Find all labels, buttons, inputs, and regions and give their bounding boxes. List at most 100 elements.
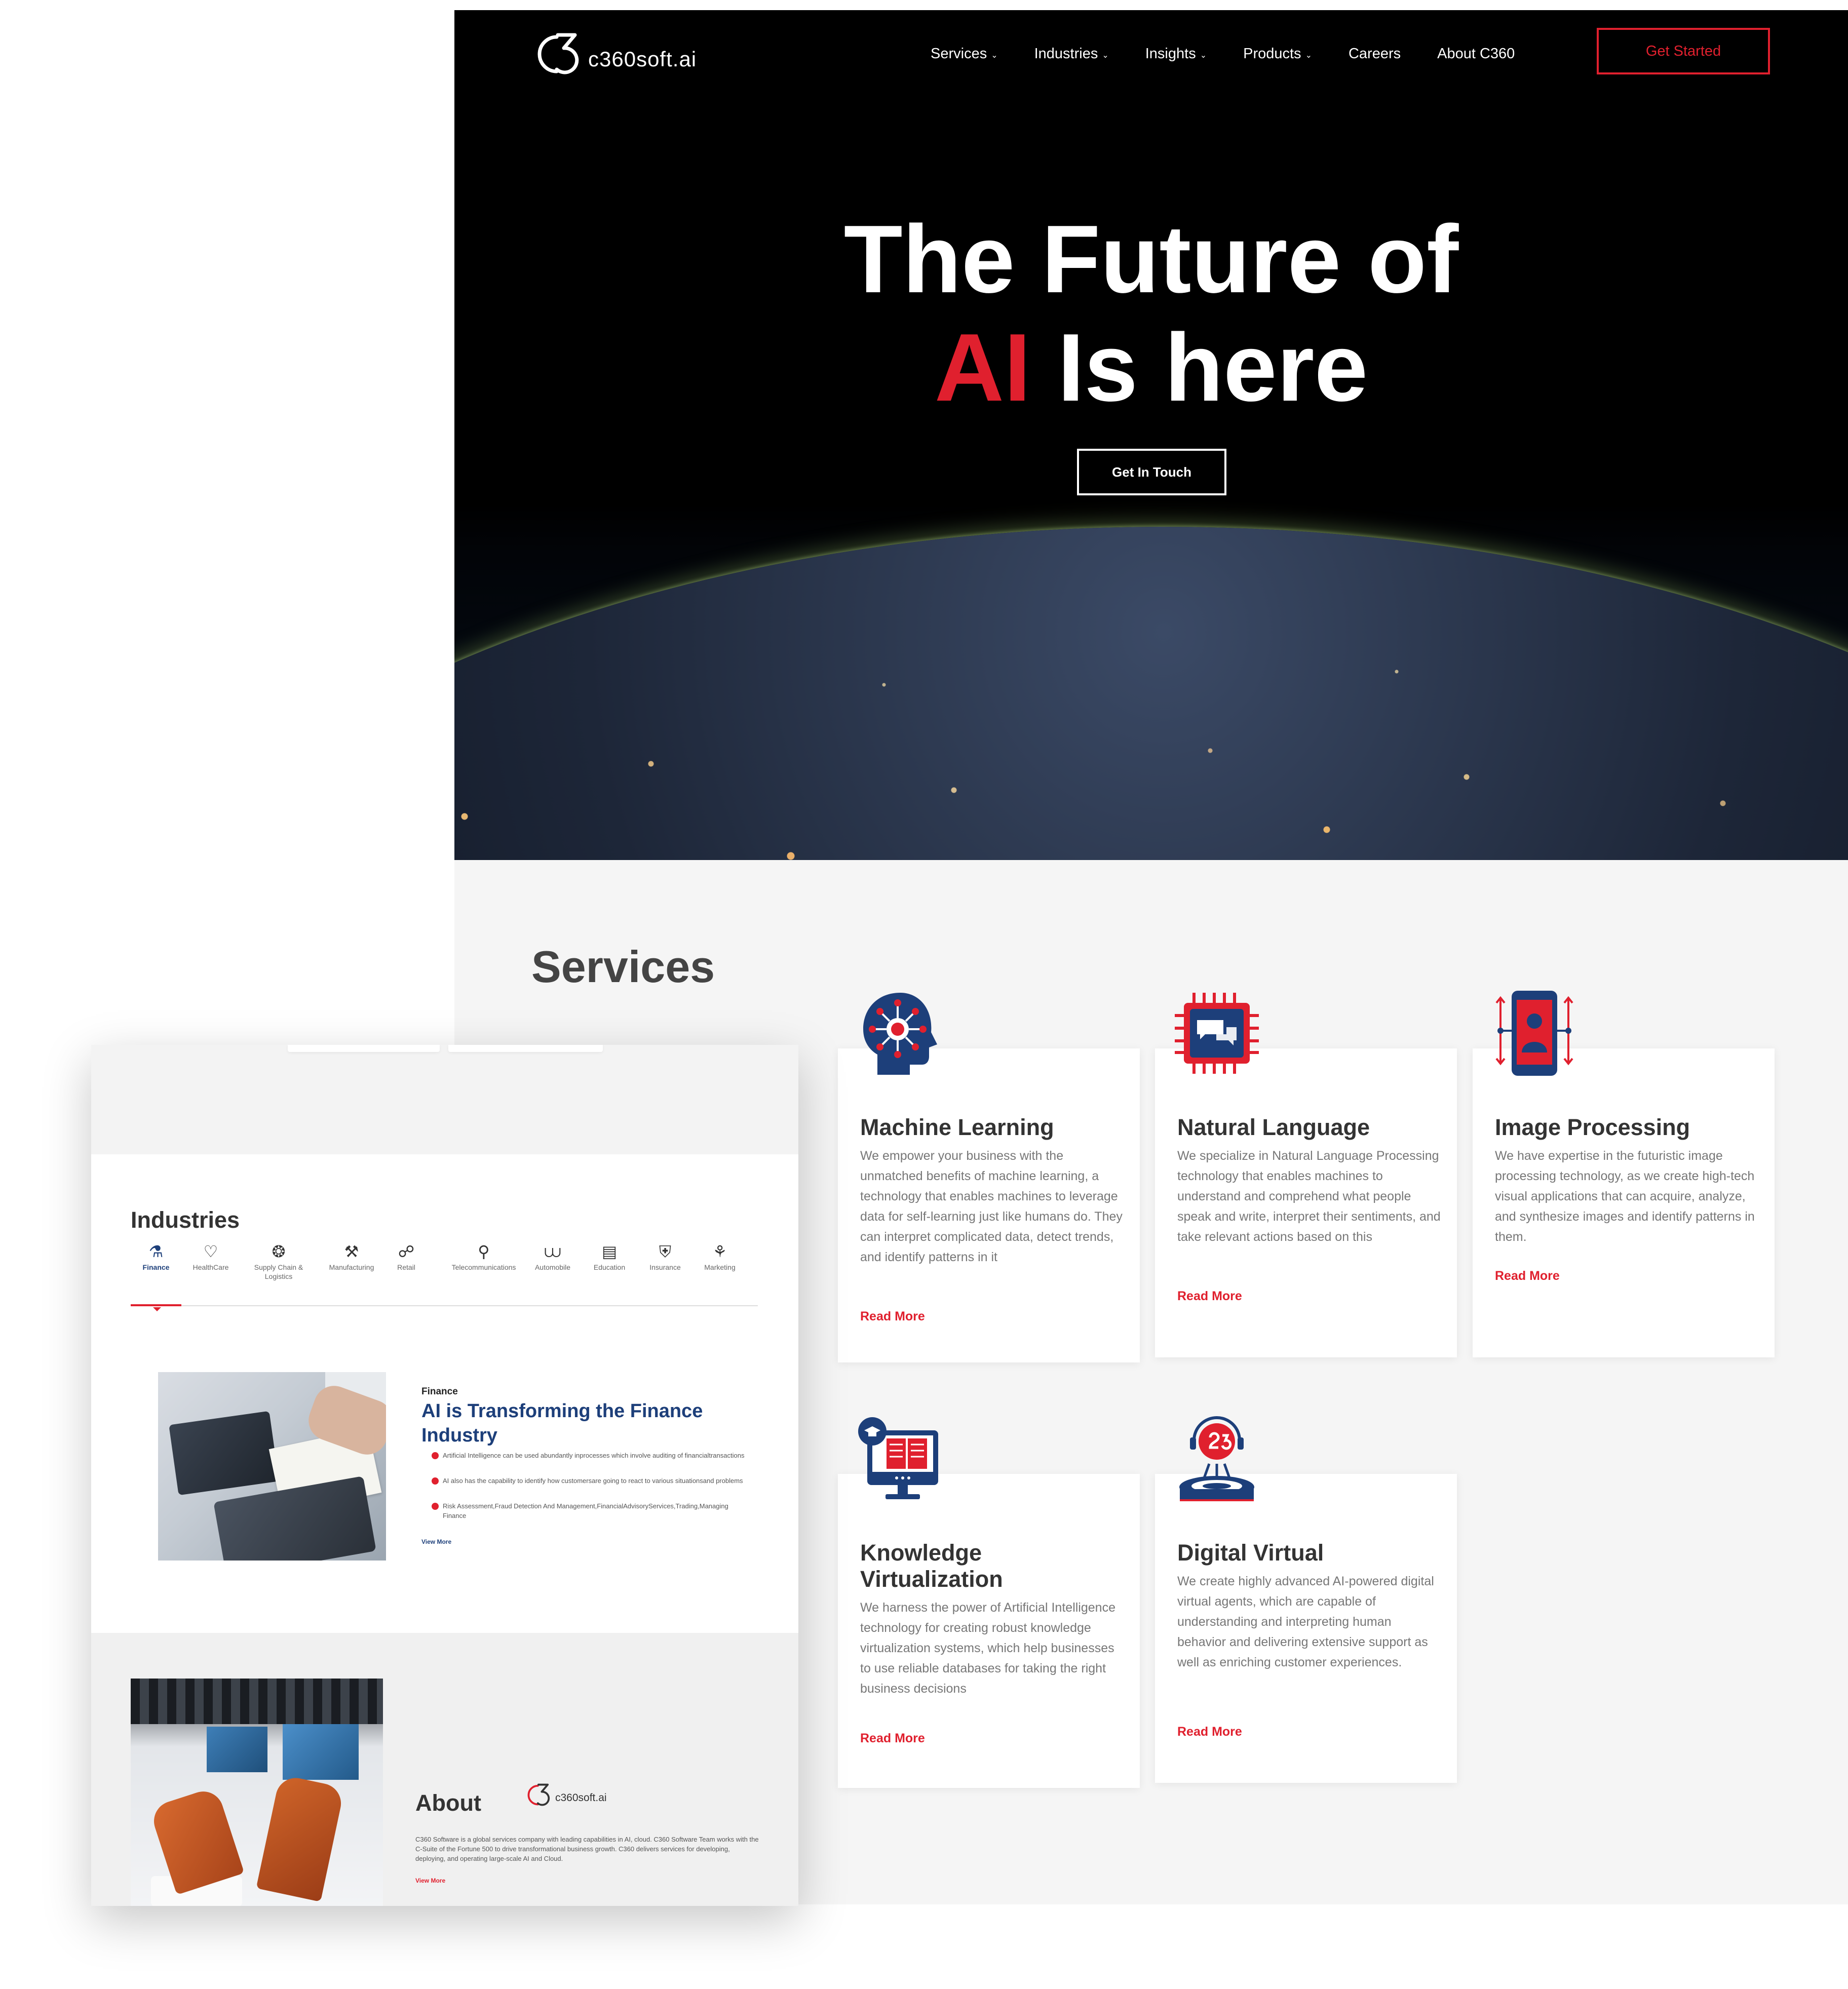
hero-section: c360soft.ai Services ⌄ Industries ⌄ Insigh…	[454, 10, 1848, 860]
service-title: Image Processing	[1495, 1114, 1690, 1140]
tab-label: Retail	[397, 1263, 415, 1271]
chip-chat-icon	[1175, 993, 1259, 1074]
tab-label: Automobile	[534, 1263, 571, 1271]
industry-tabs: ⚗ Finance ♡ HealthCare ❂ Supply Chain & Log…	[131, 1240, 758, 1311]
tab-healthcare[interactable]: ♡ HealthCare	[180, 1240, 241, 1272]
nav-label: Services	[931, 46, 987, 62]
read-more-link[interactable]: Read More	[1495, 1269, 1560, 1283]
tab-label: Manufacturing	[329, 1263, 374, 1271]
hero-title-line1: The Future of	[843, 206, 1459, 313]
tab-label: Marketing	[704, 1263, 736, 1271]
earth-night-image	[454, 527, 1848, 860]
factory-icon: ⚒	[344, 1242, 359, 1261]
finance-photo	[158, 1372, 386, 1561]
service-description: We harness the power of Artificial Intel…	[860, 1601, 1115, 1696]
get-started-button[interactable]: Get Started	[1597, 28, 1770, 74]
main-nav: Services ⌄ Industries ⌄ Insights ⌄ Products…	[931, 46, 1515, 62]
industries-section: Industries ⚗ Finance ♡ HealthCare ❂ Supply …	[91, 1154, 798, 1633]
nav-about[interactable]: About C360	[1437, 46, 1515, 62]
phone-scan-icon	[1495, 991, 1573, 1076]
c360-logo-mark-icon	[537, 33, 579, 74]
tab-retail[interactable]: ☍ Retail	[376, 1240, 437, 1272]
tab-insurance[interactable]: ⛨ Insurance	[635, 1240, 696, 1272]
logo-text: c360soft.ai	[555, 1792, 607, 1804]
active-tab-caret	[153, 1307, 161, 1311]
panel-bullet: Risk Assessment,Fraud Detection And Mana…	[432, 1501, 746, 1520]
c360-logo-mark-icon	[527, 1783, 550, 1806]
photo-ceiling	[131, 1679, 383, 1724]
active-tab-underline	[131, 1304, 181, 1306]
tab-label: Education	[593, 1263, 626, 1271]
tab-finance[interactable]: ⚗ Finance	[126, 1240, 186, 1272]
read-more-link[interactable]: Read More	[860, 1731, 925, 1746]
tab-supply-chain[interactable]: ❂ Supply Chain & Logistics	[248, 1240, 309, 1281]
tab-label: Finance	[142, 1263, 170, 1271]
tab-label: Supply Chain & Logistics	[254, 1263, 303, 1280]
panel-bullet: AI also has the capability to identify h…	[432, 1476, 746, 1486]
chevron-down-icon: ⌄	[1102, 51, 1109, 60]
service-title: Digital Virtual	[1177, 1540, 1324, 1566]
robot-arms-photo	[131, 1679, 383, 1906]
panel-kicker: Finance	[421, 1386, 458, 1397]
tab-marketing[interactable]: ⚘ Marketing	[689, 1240, 750, 1272]
service-card-image-processing: Image Processing We have expertise in th…	[1473, 1048, 1775, 1357]
photo-laptop	[213, 1476, 376, 1561]
service-description: We empower your business with the unmatc…	[860, 1149, 1123, 1264]
school-icon: ▤	[601, 1242, 618, 1261]
tab-education[interactable]: ▤ Education	[579, 1240, 640, 1272]
tab-stub	[448, 1045, 603, 1052]
view-more-link[interactable]: View More	[415, 1877, 445, 1884]
nav-services[interactable]: Services ⌄	[931, 46, 998, 62]
nav-label: Careers	[1348, 46, 1401, 62]
supply-chain-icon: ❂	[272, 1242, 286, 1261]
service-title: Machine Learning	[860, 1114, 1054, 1140]
chevron-down-icon: ⌄	[1200, 51, 1207, 60]
tab-manufacturing[interactable]: ⚒ Manufacturing	[321, 1240, 382, 1272]
chevron-down-icon: ⌄	[1305, 51, 1312, 60]
industries-about-mockup: Industries ⚗ Finance ♡ HealthCare ❂ Supply …	[91, 1045, 798, 1906]
tower-icon: ⚲	[478, 1242, 490, 1261]
tab-automobile[interactable]: ⩊ Automobile	[522, 1240, 583, 1272]
read-more-link[interactable]: Read More	[1177, 1725, 1242, 1739]
view-more-link[interactable]: View More	[421, 1538, 451, 1545]
nav-label: About C360	[1437, 46, 1515, 62]
read-more-link[interactable]: Read More	[860, 1309, 925, 1324]
megaphone-icon: ⚘	[712, 1242, 727, 1261]
nav-label: Insights	[1145, 46, 1196, 62]
service-description: We specialize in Natural Language Proces…	[1177, 1149, 1441, 1244]
tab-telecommunications[interactable]: ⚲ Telecommunications	[446, 1240, 522, 1272]
monitor-book-icon	[858, 1417, 938, 1499]
read-more-link[interactable]: Read More	[1177, 1289, 1242, 1304]
tab-label: HealthCare	[192, 1263, 229, 1271]
service-card-machine-learning: Machine Learning We empower your busines…	[838, 1048, 1140, 1362]
service-title: Knowledge Virtualization	[860, 1540, 1003, 1592]
chevron-down-icon: ⌄	[991, 51, 998, 60]
service-card-knowledge-virtualization: Knowledge Virtualization We harness the …	[838, 1474, 1140, 1788]
heart-icon: ♡	[203, 1242, 218, 1261]
hero-title-highlight: AI	[934, 314, 1031, 421]
service-title: Natural Language	[1177, 1114, 1370, 1140]
photo-laptop	[169, 1411, 279, 1496]
panel-bullet: Artificial Intelligence can be used abun…	[432, 1451, 746, 1460]
nav-products[interactable]: Products ⌄	[1243, 46, 1312, 62]
about-heading: About	[415, 1790, 481, 1816]
site-logo[interactable]: c360soft.ai	[534, 25, 697, 81]
get-in-touch-button[interactable]: Get In Touch	[1077, 449, 1226, 495]
tab-label: Telecommunications	[451, 1263, 516, 1271]
nav-careers[interactable]: Careers	[1349, 46, 1401, 62]
services-heading: Services	[531, 942, 715, 992]
about-description: C360 Software is a global services compa…	[415, 1836, 759, 1862]
shield-icon: ⛨	[659, 1242, 671, 1261]
nav-insights[interactable]: Insights ⌄	[1145, 46, 1207, 62]
nav-label: Products	[1243, 46, 1301, 62]
photo-screen	[283, 1724, 359, 1780]
photo-robot-arm	[256, 1774, 345, 1902]
service-description: We have expertise in the futuristic imag…	[1495, 1149, 1755, 1244]
virtual-agent-icon	[1179, 1416, 1254, 1501]
nav-label: Industries	[1034, 46, 1098, 62]
car-icon: ⩊	[544, 1242, 561, 1261]
photo-screen	[207, 1727, 267, 1772]
service-description: We create highly advanced AI-powered dig…	[1177, 1574, 1434, 1669]
nav-industries[interactable]: Industries ⌄	[1034, 46, 1109, 62]
tab-stub	[288, 1045, 440, 1052]
